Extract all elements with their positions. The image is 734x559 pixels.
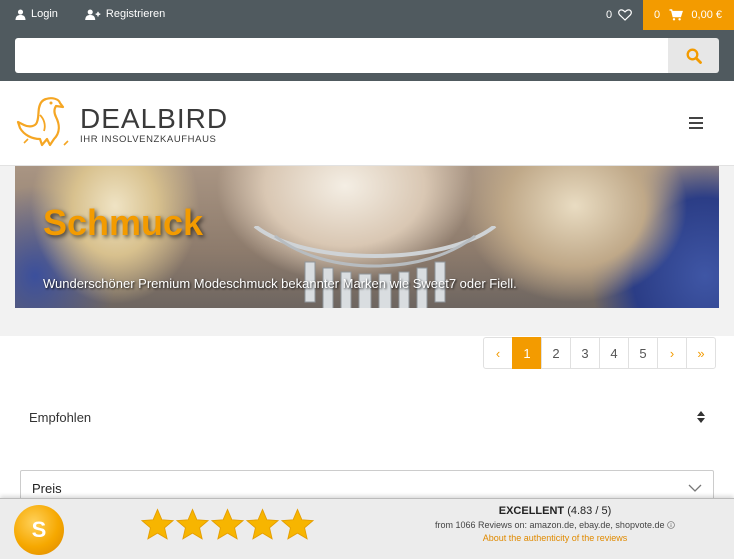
dealbird-logo[interactable]: DEALBIRD IHR INSOLVENZKAUFHAUS (16, 95, 228, 149)
cart-total: 0,00 € (691, 9, 722, 21)
review-summary: EXCELLENT (4.83 / 5) from 1066 Reviews o… (420, 505, 690, 546)
sort-select[interactable]: Empfohlen (20, 402, 714, 432)
seal-letter: S (31, 517, 47, 542)
wishlist-button[interactable]: 0 (596, 0, 642, 30)
pagination: ‹ 1 2 3 4 5 › » (483, 337, 716, 369)
last-page-button[interactable]: » (686, 337, 716, 369)
necklace-image (253, 226, 497, 308)
cart-icon (669, 9, 683, 21)
top-bar: Login Registrieren 0 0 0,00 € (0, 0, 734, 81)
review-source-text: from 1066 Reviews on: amazon.de, ebay.de… (435, 519, 665, 530)
prev-page-button[interactable]: ‹ (483, 337, 513, 369)
star-icon (175, 508, 210, 540)
review-source: from 1066 Reviews on: amazon.de, ebay.de… (420, 519, 690, 533)
search-input[interactable] (15, 38, 668, 73)
menu-bar (689, 117, 703, 119)
category-banner: Schmuck Wunderschöner Premium Modeschmuc… (15, 166, 719, 308)
rating-headline: EXCELLENT (4.83 / 5) (420, 505, 690, 519)
star-icon (210, 508, 245, 540)
authenticity-link[interactable]: About the authenticity of the reviews (420, 532, 690, 546)
login-link[interactable]: Login (15, 8, 58, 20)
review-widget[interactable]: S EXCELLENT (4.83 / 5) from 1066 Reviews… (0, 498, 734, 559)
register-label: Registrieren (105, 8, 166, 20)
page-3-button[interactable]: 3 (570, 337, 600, 369)
page-1-button[interactable]: 1 (512, 337, 542, 369)
star-icon (140, 508, 175, 540)
rating-word: EXCELLENT (498, 505, 565, 517)
search-bar (15, 38, 719, 73)
account-links: Login Registrieren (15, 8, 191, 20)
page-5-button[interactable]: 5 (628, 337, 658, 369)
cart-button[interactable]: 0 0,00 € (643, 0, 734, 30)
star-icon (245, 508, 280, 540)
brand-tagline: IHR INSOLVENZKAUFHAUS (80, 134, 217, 145)
chevron-down-icon (688, 484, 702, 492)
hamburger-menu-icon[interactable] (689, 117, 703, 129)
info-icon[interactable] (667, 520, 675, 529)
page-4-button[interactable]: 4 (599, 337, 629, 369)
login-label: Login (31, 8, 58, 20)
search-button[interactable] (668, 38, 719, 73)
register-link[interactable]: Registrieren (84, 8, 165, 20)
next-page-button[interactable]: › (657, 337, 687, 369)
search-icon (686, 48, 702, 64)
logo-text: DEALBIRD IHR INSOLVENZKAUFHAUS (80, 99, 229, 146)
star-icon (280, 508, 315, 540)
price-filter-label: Preis (32, 480, 62, 496)
category-description: Wunderschöner Premium Modeschmuck bekann… (43, 276, 517, 291)
sort-icon (697, 411, 705, 423)
user-icon (15, 8, 26, 20)
cart-count: 0 (654, 9, 661, 21)
logo-bar: DEALBIRD IHR INSOLVENZKAUFHAUS (0, 81, 734, 166)
bird-logo-icon (16, 97, 69, 147)
heart-icon (618, 9, 632, 21)
wishlist-count: 0 (605, 9, 613, 21)
rating-value: (4.83 / 5) (567, 505, 612, 517)
category-title: Schmuck (43, 202, 204, 243)
star-rating (140, 508, 315, 542)
menu-bar (689, 127, 703, 129)
menu-bar (689, 122, 703, 124)
shopvote-seal-icon[interactable]: S (14, 505, 64, 555)
user-plus-icon (85, 8, 101, 20)
brand-name: DEALBIRD (80, 103, 229, 134)
sort-value: Empfohlen (29, 409, 92, 425)
page-2-button[interactable]: 2 (541, 337, 571, 369)
